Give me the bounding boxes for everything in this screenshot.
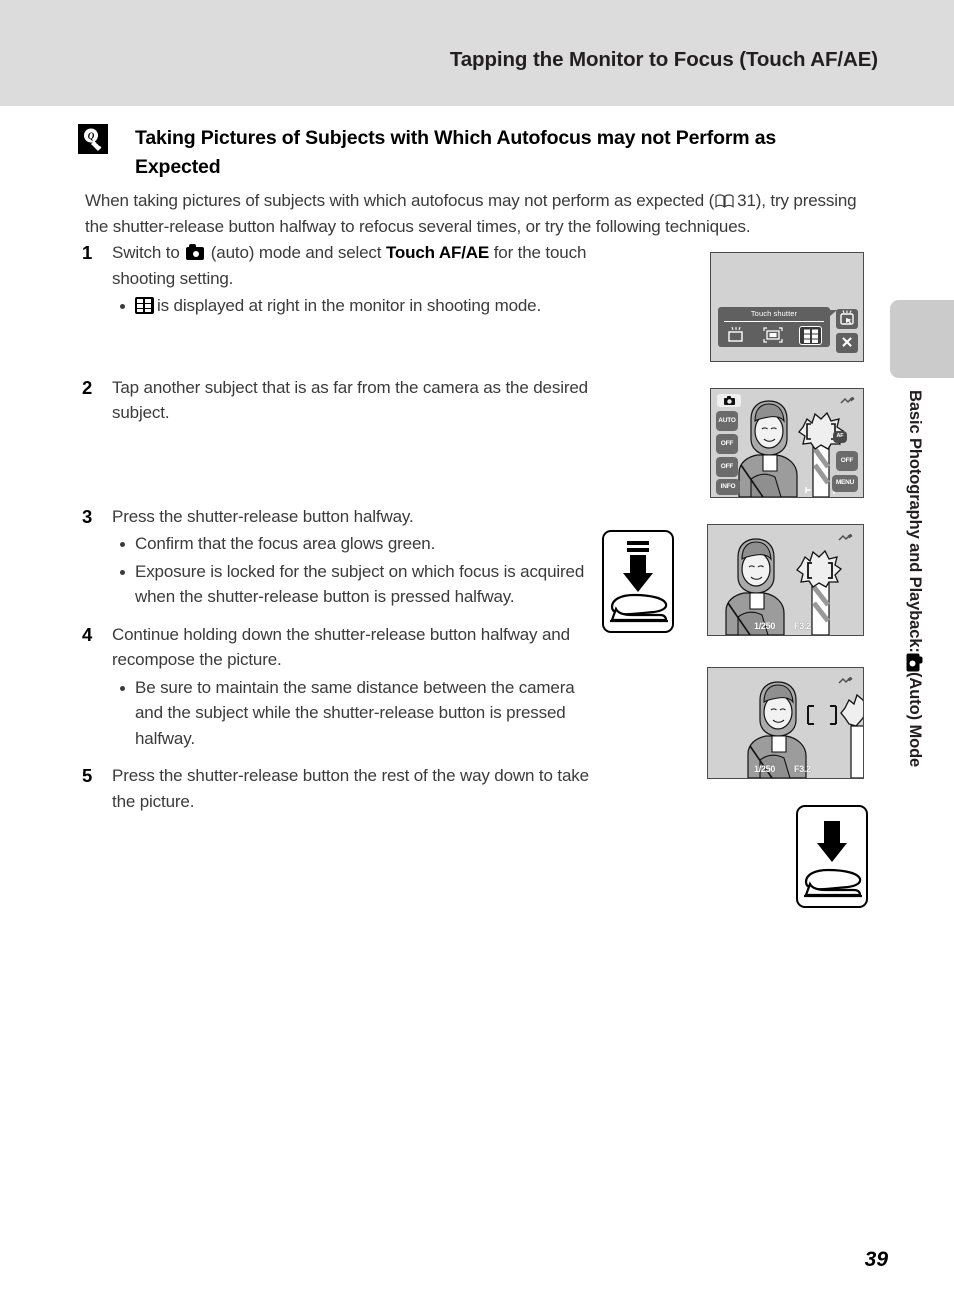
- halfway-bar-1: [627, 541, 649, 545]
- down-arrow-halfway-icon: [623, 541, 653, 592]
- focus-locked-screen: 1/250 F3.2: [707, 524, 864, 636]
- touch-shutter-menu-screen: Touch shutter ✕: [710, 252, 864, 362]
- page-number: 39: [864, 1248, 888, 1271]
- exposure-comp-icon: [837, 674, 853, 684]
- shutter-speed-value: 1/250: [754, 764, 776, 774]
- step-1-bullet-1: is displayed at right in the monitor in …: [112, 293, 590, 319]
- halfway-bar-2: [627, 548, 649, 552]
- step-3-bullet-2: Exposure is locked for the subject on wh…: [112, 559, 590, 610]
- step-1-number: 1: [82, 242, 93, 263]
- step-spacer-3: [80, 610, 590, 622]
- info-label: INFO: [720, 482, 736, 490]
- finger-illustration: [804, 868, 862, 898]
- step-4-text: Continue holding down the shutter-releas…: [112, 624, 570, 670]
- flash-mode-label: AUTO: [718, 416, 736, 424]
- finger-illustration: [610, 593, 668, 623]
- touch-shutter-options: [718, 324, 830, 346]
- macro-mode-label: OFF: [720, 462, 734, 470]
- step-spacer-2: [80, 426, 590, 504]
- step-5-text: Press the shutter-release button the res…: [112, 766, 589, 811]
- option-touch-afae-icon-selected[interactable]: [798, 325, 822, 345]
- page-header-title: Tapping the Monitor to Focus (Touch AF/A…: [449, 48, 878, 71]
- menu-label: MENU: [835, 479, 855, 487]
- lightbulb-tip-icon: Q: [78, 124, 108, 154]
- step-5: 5 Press the shutter-release button the r…: [80, 763, 590, 814]
- selftimer-button[interactable]: OFF: [716, 434, 738, 454]
- open-book-icon: [715, 190, 734, 208]
- press-shutter-halfway-diagram: [602, 530, 674, 633]
- step-3-bullet-1: Confirm that the focus area glows green.: [112, 531, 590, 557]
- intro-paragraph: When taking pictures of subjects with wh…: [85, 188, 870, 239]
- option-touch-shooting-icon[interactable]: [762, 326, 784, 344]
- auto-mode-icon: [717, 394, 741, 407]
- procedure-steps: 1 Switch to (auto) mode and select Touch…: [80, 240, 590, 814]
- step-1-text: Switch to (auto) mode and select Touch A…: [112, 240, 590, 291]
- touch-mode-button[interactable]: [836, 309, 858, 329]
- panel-divider: [724, 321, 824, 322]
- menu-button[interactable]: MENU: [832, 475, 858, 492]
- arrow-head: [817, 843, 847, 862]
- aperture-value: F3.2: [794, 764, 811, 774]
- close-icon: ✕: [840, 334, 854, 352]
- press-shutter-full-diagram: [796, 805, 868, 908]
- camera-icon: [186, 244, 205, 260]
- step-4-number: 4: [82, 623, 93, 645]
- intro-text-before: When taking pictures of subjects with wh…: [85, 191, 715, 210]
- aperture-value: F3.2: [794, 621, 811, 631]
- step-4-bullet-1: Be sure to maintain the same distance be…: [112, 675, 590, 752]
- step-1-bullets: is displayed at right in the monitor in …: [112, 293, 590, 319]
- focus-area-brackets-recomposed: [807, 705, 837, 725]
- arrow-shaft: [630, 555, 646, 573]
- step-1-text-part1: Switch to: [112, 243, 180, 262]
- step-3-text: Press the shutter-release button halfway…: [112, 506, 414, 526]
- chapter-tab-label-prefix: Basic Photography and Playback:: [906, 390, 924, 653]
- person-subject: [738, 400, 798, 497]
- exposure-comp-icon: [839, 394, 855, 404]
- svg-text:Q: Q: [88, 131, 95, 141]
- recomposed-screen: 1/250 F3.2: [707, 667, 864, 779]
- step-2-text: Tap another subject that is as far from …: [112, 377, 588, 423]
- chapter-tab-label-suffix: (Auto) Mode: [906, 671, 924, 767]
- touch-shooting-label: OFF: [840, 456, 854, 464]
- touch-shooting-button[interactable]: OFF: [836, 451, 858, 471]
- macro-mode-button[interactable]: OFF: [716, 457, 738, 477]
- touch-shutter-panel-title: Touch shutter: [750, 309, 798, 318]
- step-5-number: 5: [82, 765, 93, 786]
- down-arrow-full-icon: [817, 821, 847, 862]
- touch-shutter-panel: Touch shutter: [718, 307, 837, 347]
- step-1-bold-setting: Touch AF/AE: [385, 243, 490, 262]
- step-4-bullets: Be sure to maintain the same distance be…: [112, 675, 590, 752]
- step-1: 1 Switch to (auto) mode and select Touch…: [80, 240, 590, 319]
- chapter-tab-label: Basic Photography and Playback: (Auto) Mo…: [894, 390, 924, 820]
- close-button[interactable]: ✕: [836, 333, 858, 353]
- tip-heading: Taking Pictures of Subjects with Which A…: [135, 127, 777, 178]
- flash-mode-button[interactable]: AUTO: [716, 411, 738, 431]
- af-target-label: AF: [836, 433, 844, 440]
- chapter-tab: [890, 300, 954, 378]
- exposure-comp-icon: [837, 531, 853, 541]
- step-2: 2 Tap another subject that is as far fro…: [80, 375, 590, 426]
- tree-subject-partial: [840, 693, 863, 778]
- arrow-shaft: [824, 821, 840, 843]
- step-1-bullet-1-text: is displayed at right in the monitor in …: [157, 296, 542, 315]
- selftimer-label: OFF: [720, 439, 734, 447]
- step-1-text-part2: (auto) mode and select: [210, 243, 382, 262]
- af-target-tag: AF: [833, 431, 847, 443]
- step-2-number: 2: [82, 376, 93, 398]
- step-3-bullets: Confirm that the focus area glows green.…: [112, 531, 590, 610]
- step-3: 3 Press the shutter-release button halfw…: [80, 504, 590, 610]
- intro-ref-page: 31: [737, 191, 756, 210]
- touch-afae-icon: [135, 297, 154, 314]
- step-spacer-4: [80, 751, 590, 763]
- step-3-number: 3: [82, 505, 93, 527]
- shutter-speed-value: 1/250: [754, 621, 776, 631]
- shooting-mode-screen: AUTO OFF OFF INFO OFF MENU AF: [710, 388, 864, 498]
- info-button[interactable]: INFO: [716, 479, 740, 495]
- camera-icon: [906, 651, 920, 673]
- option-touch-shutter-icon[interactable]: [726, 326, 746, 344]
- step-spacer-1: [80, 319, 590, 375]
- step-4: 4 Continue holding down the shutter-rele…: [80, 622, 590, 752]
